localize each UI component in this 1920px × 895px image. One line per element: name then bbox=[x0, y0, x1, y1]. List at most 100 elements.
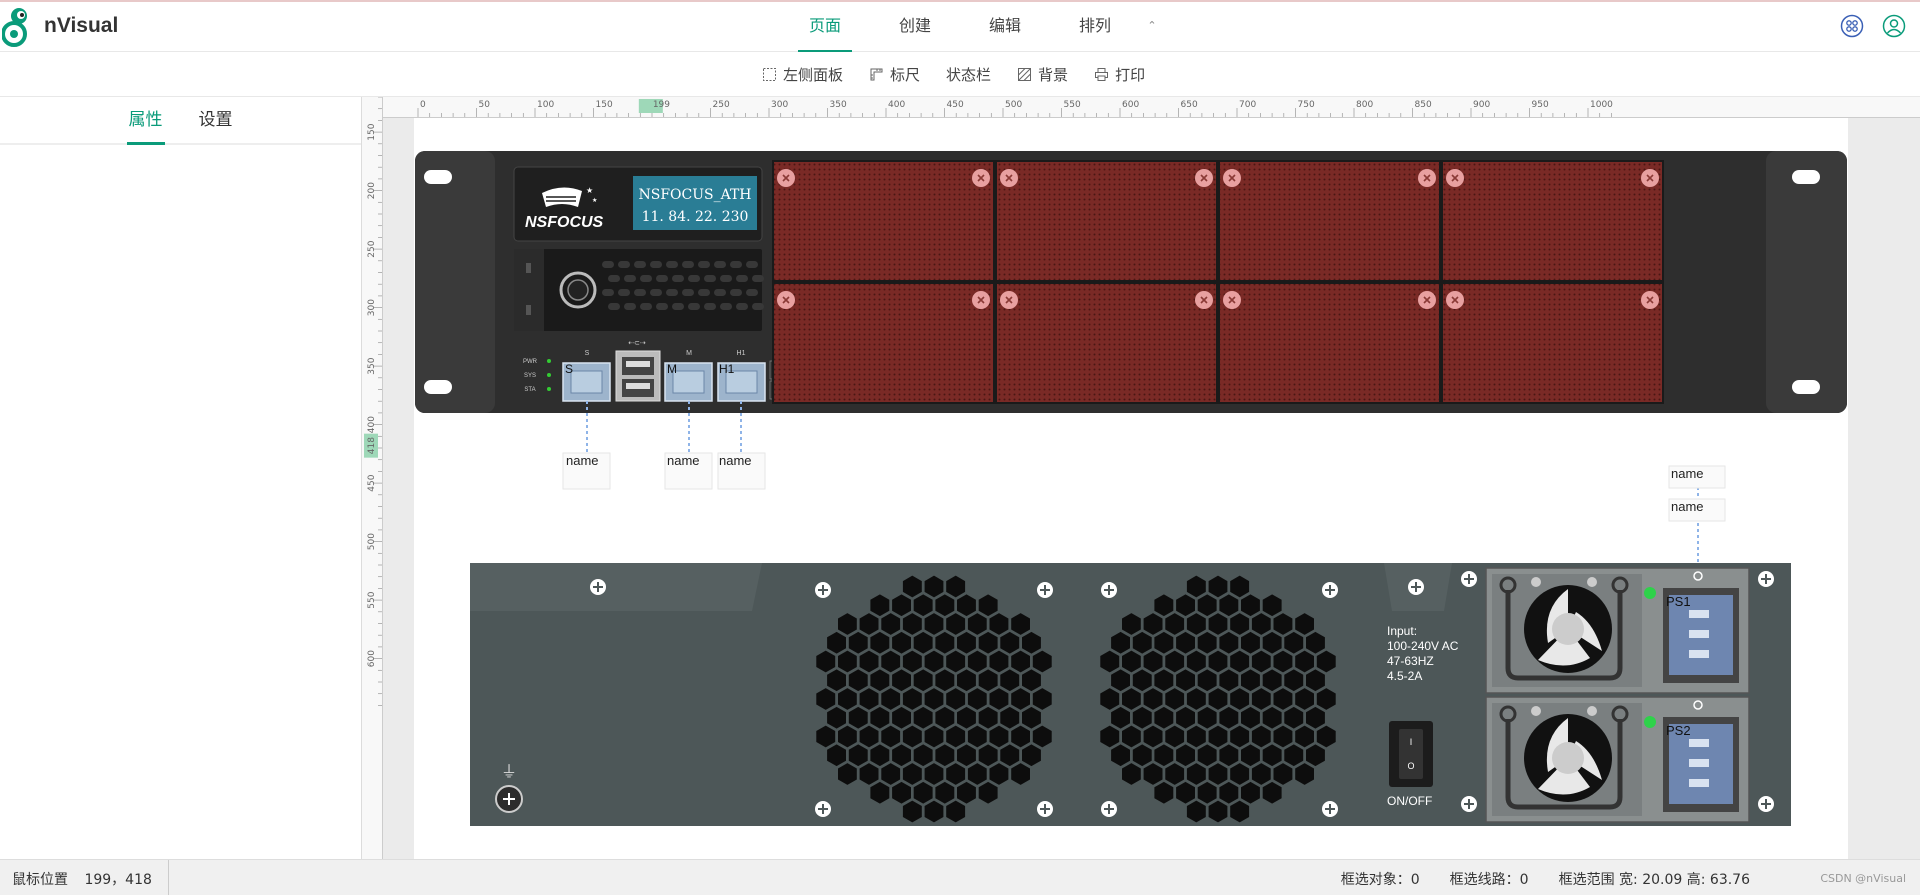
selected-lines-count: 框选线路：0 bbox=[1449, 872, 1529, 888]
switch-label: ON/OFF bbox=[1387, 794, 1432, 808]
led-sys-icon bbox=[547, 373, 551, 377]
top-navbar: nVisual 页面 创建 编辑 排列 ⌃ bbox=[0, 0, 1920, 52]
name-label-text: name bbox=[566, 453, 599, 468]
drive-bay[interactable] bbox=[1441, 282, 1664, 404]
printer-icon bbox=[1095, 68, 1109, 81]
port-header-s: S bbox=[585, 350, 590, 357]
switch-mark-on: I bbox=[1410, 737, 1413, 747]
led-pwr-icon bbox=[547, 359, 551, 363]
svg-text:★: ★ bbox=[586, 186, 593, 195]
tool-label: 状态栏 bbox=[946, 66, 992, 84]
input-spec-3: 47-63HZ bbox=[1387, 654, 1434, 668]
psu-status-led-icon bbox=[1644, 716, 1656, 728]
menu-arrange[interactable]: 排列 bbox=[1050, 2, 1140, 52]
tool-label: 背景 bbox=[1038, 66, 1069, 84]
led-sta-icon bbox=[547, 387, 551, 391]
status-divider bbox=[168, 860, 169, 895]
usb-ports[interactable] bbox=[615, 350, 661, 402]
psu-label: PS1 bbox=[1666, 594, 1691, 609]
lcd-line-2: 11. 84. 22. 230 bbox=[642, 209, 749, 225]
panel-tabs: 属性 设置 bbox=[0, 97, 361, 145]
collapse-toolbar-icon[interactable]: ⌃ bbox=[1140, 2, 1164, 52]
drawing-canvas[interactable]: 0 50 100 150 199 250 300 350 400 450 500 550 600 650 7… bbox=[362, 97, 1920, 859]
device-layer: ★ ★ NSFOCUS NSFOCUS_ATH 11. 84. 22. 230 … bbox=[415, 151, 1847, 826]
name-label-4[interactable]: name bbox=[1668, 465, 1726, 489]
name-label-2[interactable]: name bbox=[664, 452, 713, 490]
switch-mark-off: O bbox=[1407, 761, 1414, 771]
power-supply-1[interactable]: PS1 bbox=[1485, 567, 1750, 694]
rack-ear-hole bbox=[1792, 170, 1820, 184]
port-label-s: S bbox=[565, 362, 573, 376]
selected-objects-count: 框选对象：0 bbox=[1340, 872, 1420, 888]
tab-properties[interactable]: 属性 bbox=[126, 97, 165, 145]
psu-status-led-icon bbox=[1644, 587, 1656, 599]
power-supply-2[interactable]: PS2 bbox=[1485, 696, 1750, 823]
tool-label: 打印 bbox=[1115, 66, 1146, 84]
front-brand-text: NSFOCUS bbox=[525, 214, 604, 231]
drive-bay[interactable] bbox=[995, 160, 1218, 282]
name-label-5[interactable]: name bbox=[1668, 498, 1726, 522]
led-label-sta: STA bbox=[524, 387, 535, 393]
led-label-pwr: PWR bbox=[523, 359, 538, 365]
ground-symbol-icon: ⏚ bbox=[501, 762, 517, 781]
settings-gear-icon[interactable] bbox=[1840, 14, 1864, 38]
menu-edit[interactable]: 编辑 bbox=[960, 2, 1050, 52]
app-name: nVisual bbox=[44, 14, 119, 37]
status-bar: 鼠标位置 199，418 框选对象：0 框选线路：0 框选范围 宽: 20.09… bbox=[0, 859, 1920, 895]
rack-ear-hole bbox=[424, 380, 452, 394]
toggle-background-button[interactable]: 背景 bbox=[1017, 64, 1068, 85]
print-button[interactable]: 打印 bbox=[1094, 64, 1145, 85]
name-label-text: name bbox=[1671, 466, 1704, 481]
name-label-text: name bbox=[667, 453, 700, 468]
port-header-m: M bbox=[686, 350, 692, 357]
selected-range: 框选范围 宽: 20.09 高: 63.76 bbox=[1558, 872, 1750, 888]
lcd-line-1: NSFOCUS_ATH bbox=[638, 187, 751, 203]
port-header-h1: H1 bbox=[737, 350, 746, 357]
left-properties-panel: 属性 设置 bbox=[0, 97, 362, 859]
drive-bay[interactable] bbox=[1218, 282, 1441, 404]
toggle-left-panel-button[interactable]: 左侧面板 bbox=[762, 64, 843, 85]
left-panel-icon bbox=[763, 68, 776, 81]
menu-page[interactable]: 页面 bbox=[780, 2, 870, 52]
drive-bay[interactable] bbox=[772, 282, 995, 404]
tool-label: 左侧面板 bbox=[783, 66, 844, 84]
ethernet-port-s[interactable]: S bbox=[562, 362, 611, 402]
background-icon bbox=[1018, 68, 1032, 81]
input-spec-4: 4.5-2A bbox=[1387, 669, 1422, 683]
nvisual-logo-icon bbox=[2, 8, 27, 47]
mouse-position-label: 鼠标位置 bbox=[12, 872, 68, 888]
secondary-toolbar: 左侧面板 标尺 状态栏 背景 打印 bbox=[0, 52, 1920, 97]
mouse-position-value: 199，418 bbox=[84, 872, 152, 888]
rack-ear-hole bbox=[424, 170, 452, 184]
name-label-1[interactable]: name bbox=[562, 452, 611, 490]
input-spec-1: Input: bbox=[1387, 624, 1417, 638]
ruler-icon bbox=[870, 68, 883, 81]
input-spec-2: 100-240V AC bbox=[1387, 639, 1459, 653]
port-label-m: M bbox=[667, 362, 677, 376]
tool-label: 标尺 bbox=[890, 66, 921, 84]
front-panel-device[interactable]: ★ ★ NSFOCUS NSFOCUS_ATH 11. 84. 22. 230 … bbox=[415, 151, 1847, 413]
name-label-3[interactable]: name bbox=[717, 452, 766, 490]
ethernet-port-h1[interactable]: H1 bbox=[717, 362, 766, 402]
psu-label: PS2 bbox=[1666, 723, 1691, 738]
toggle-statusbar-button[interactable]: 状态栏 bbox=[946, 64, 991, 85]
power-switch[interactable]: I O bbox=[1389, 721, 1433, 787]
drive-bay[interactable] bbox=[1441, 160, 1664, 282]
drive-bay[interactable] bbox=[1218, 160, 1441, 282]
menu-create[interactable]: 创建 bbox=[870, 2, 960, 52]
drive-bay[interactable] bbox=[772, 160, 995, 282]
svg-text:★: ★ bbox=[592, 197, 597, 204]
name-label-text: name bbox=[1671, 499, 1704, 514]
led-label-sys: SYS bbox=[524, 373, 536, 379]
back-panel-device[interactable]: Input: 100-240V AC 47-63HZ 4.5-2A I O ON… bbox=[470, 563, 1791, 826]
tab-settings[interactable]: 设置 bbox=[197, 97, 235, 143]
ethernet-port-m[interactable]: M bbox=[664, 362, 713, 402]
user-avatar-icon[interactable] bbox=[1882, 14, 1906, 38]
usb-glyph-icon: ⇠⊂⇢ bbox=[628, 340, 646, 347]
rack-ear-hole bbox=[1792, 380, 1820, 394]
drive-bay[interactable] bbox=[995, 282, 1218, 404]
name-label-text: name bbox=[719, 453, 752, 468]
port-label-h1: H1 bbox=[719, 362, 735, 376]
toggle-ruler-button[interactable]: 标尺 bbox=[869, 64, 920, 85]
main-menu: 页面 创建 编辑 排列 ⌃ bbox=[780, 2, 1164, 52]
